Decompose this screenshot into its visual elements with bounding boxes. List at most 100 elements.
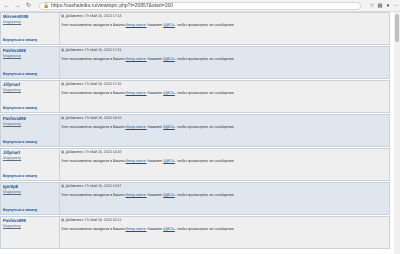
post-meta: ▣ Добавлено: Пт Май 26, 2023 17:31 [61, 48, 121, 52]
post-author-link[interactable]: Pavlova098 [3, 116, 26, 121]
post-body: Этот пользователь находится в Вашем Игно… [61, 227, 235, 231]
ignore-list-link[interactable]: Игнор-листе. [126, 193, 147, 197]
ignore-list-link[interactable]: Игнор-листе. [126, 125, 147, 129]
post-author-rank[interactable]: Модератор [3, 156, 21, 160]
post-icon: ▣ [61, 48, 65, 52]
browser-toolbar: ← → ↻ 🔒 https://sashaledia.ru/viewtopic.… [0, 0, 400, 12]
show-post-link[interactable]: ЗДЕСЬ [163, 91, 175, 95]
post-date: Добавлено: Пт Май 26, 2023 17:18 [65, 14, 122, 18]
post-author-link[interactable]: Pavlova098 [3, 48, 26, 53]
scrollbar-track[interactable] [394, 12, 400, 254]
post-body-text: Нажмите [147, 227, 163, 231]
menu-icon[interactable]: ⋯ [392, 2, 400, 10]
post-divider [59, 149, 60, 180]
star-icon[interactable]: ☆ [368, 2, 376, 10]
post-date: Добавлено: Пт Май 26, 2023 19:57 [65, 184, 122, 188]
post-body-text: Этот пользователь находится в Вашем [61, 57, 125, 61]
back-to-top-link[interactable]: Вернуться к началу [3, 106, 37, 110]
scrollbar-thumb[interactable] [395, 14, 399, 42]
post-author-link[interactable]: Igor6p8 [3, 184, 18, 189]
address-bar[interactable]: 🔒 https://sashaledia.ru/viewtopic.php?t=… [39, 1, 361, 10]
post-body-text: , чтобы просмотреть это сообщение. [174, 227, 235, 231]
post-body-text: Нажмите [147, 23, 163, 27]
post-icon: ▣ [61, 218, 65, 222]
post-body-text: Нажмите [147, 125, 163, 129]
forward-arrow-icon[interactable]: → [13, 1, 22, 10]
back-to-top-link[interactable]: Вернуться к началу [3, 174, 37, 178]
post-icon: ▣ [61, 184, 65, 188]
post-meta: ▣ Добавлено: Пт Май 26, 2023 19:57 [61, 184, 121, 188]
post-body-text: , чтобы просмотреть это сообщение. [174, 23, 235, 27]
post-meta: ▣ Добавлено: Пт Май 26, 2023 17:18 [61, 14, 121, 18]
post-icon: ▣ [61, 116, 65, 120]
show-post-link[interactable]: ЗДЕСЬ [163, 159, 175, 163]
post-body: Этот пользователь находится в Вашем Игно… [61, 91, 235, 95]
browser-tools: ☆ ▦ ● ⋯ [368, 2, 400, 10]
ignore-list-link[interactable]: Игнор-листе. [126, 159, 147, 163]
post-body: Этот пользователь находится в Вашем Игно… [61, 23, 235, 27]
post-body-text: , чтобы просмотреть это сообщение. [174, 125, 235, 129]
post-body-text: Этот пользователь находится в Вашем [61, 91, 125, 95]
show-post-link[interactable]: ЗДЕСЬ [163, 193, 175, 197]
post-author-rank[interactable]: Модератор [3, 224, 21, 228]
forum-post: Pavlova098 Модератор ▣ Добавлено: Пт Май 26… [0, 216, 390, 249]
url-text: https://sashaledia.ru/viewtopic.php?t=20… [51, 2, 173, 9]
post-author-rank[interactable]: Модератор [3, 88, 21, 92]
post-date: Добавлено: Пт Май 26, 2023 17:31 [65, 48, 122, 52]
back-to-top-link[interactable]: Вернуться к началу [3, 140, 37, 144]
post-body-text: Этот пользователь находится в Вашем [61, 193, 125, 197]
post-author-rank[interactable]: Модератор [3, 54, 21, 58]
post-body-text: Этот пользователь находится в Вашем [61, 227, 125, 231]
show-post-link[interactable]: ЗДЕСЬ [163, 23, 175, 27]
profile-icon[interactable]: ● [384, 2, 392, 10]
extensions-icon[interactable]: ▦ [376, 2, 384, 10]
forum-post: Mirvoen0008 Модератор Вернуться к началу ▣ Д… [0, 12, 390, 45]
post-body: Этот пользователь находится в Вашем Игно… [61, 57, 235, 61]
post-divider [59, 217, 60, 248]
post-body-text: , чтобы просмотреть это сообщение. [174, 193, 235, 197]
post-divider [59, 81, 60, 112]
post-body-text: , чтобы просмотреть это сообщение. [174, 57, 235, 61]
post-body: Этот пользователь находится в Вашем Игно… [61, 159, 235, 163]
post-date: Добавлено: Пт Май 26, 2023 20:12 [65, 218, 122, 222]
post-meta: ▣ Добавлено: Пт Май 26, 2023 20:12 [61, 218, 121, 222]
post-body-text: Этот пользователь находится в Вашем [61, 159, 125, 163]
post-body-text: Нажмите [147, 159, 163, 163]
ignore-list-link[interactable]: Игнор-листе. [126, 23, 147, 27]
post-author-rank[interactable]: Модератор [3, 20, 21, 24]
post-divider [59, 183, 60, 214]
post-author-link[interactable]: Mirvoen0008 [3, 14, 28, 19]
post-date: Добавлено: Пт Май 26, 2023 18:39 [65, 150, 122, 154]
back-to-top-link[interactable]: Вернуться к началу [3, 38, 37, 42]
post-date: Добавлено: Пт Май 26, 2023 17:32 [65, 82, 122, 86]
post-body-text: Нажмите [147, 193, 163, 197]
back-to-top-link[interactable]: Вернуться к началу [3, 208, 37, 212]
post-author-link[interactable]: Pavlova098 [3, 218, 26, 223]
back-to-top-link[interactable]: Вернуться к началу [3, 72, 37, 76]
post-divider [59, 47, 60, 78]
forum-post: Igor6p8 Модератор Вернуться к началу ▣ Добав… [0, 182, 390, 215]
post-author-link[interactable]: Jillymart [3, 82, 20, 87]
post-author-rank[interactable]: Модератор [3, 122, 21, 126]
post-body-text: Этот пользователь находится в Вашем [61, 125, 125, 129]
ignore-list-link[interactable]: Игнор-листе. [126, 91, 147, 95]
show-post-link[interactable]: ЗДЕСЬ [163, 125, 175, 129]
post-body-text: Нажмите [147, 57, 163, 61]
lock-icon: 🔒 [43, 2, 50, 9]
ignore-list-link[interactable]: Игнор-листе. [126, 57, 147, 61]
post-author-rank[interactable]: Модератор [3, 190, 21, 194]
post-meta: ▣ Добавлено: Пт Май 26, 2023 18:09 [61, 116, 121, 120]
forum-post: Jillymart Модератор Вернуться к началу ▣ Доб… [0, 148, 390, 181]
post-icon: ▣ [61, 82, 65, 86]
post-body-text: , чтобы просмотреть это сообщение. [174, 159, 235, 163]
back-arrow-icon[interactable]: ← [2, 1, 11, 10]
show-post-link[interactable]: ЗДЕСЬ [163, 57, 175, 61]
show-post-link[interactable]: ЗДЕСЬ [163, 227, 175, 231]
post-author-link[interactable]: Jillymart [3, 150, 20, 155]
post-meta: ▣ Добавлено: Пт Май 26, 2023 18:39 [61, 150, 121, 154]
ignore-list-link[interactable]: Игнор-листе. [126, 227, 147, 231]
post-body: Этот пользователь находится в Вашем Игно… [61, 125, 235, 129]
post-body: Этот пользователь находится в Вашем Игно… [61, 193, 235, 197]
post-body-text: Этот пользователь находится в Вашем [61, 23, 125, 27]
refresh-icon[interactable]: ↻ [24, 1, 33, 10]
